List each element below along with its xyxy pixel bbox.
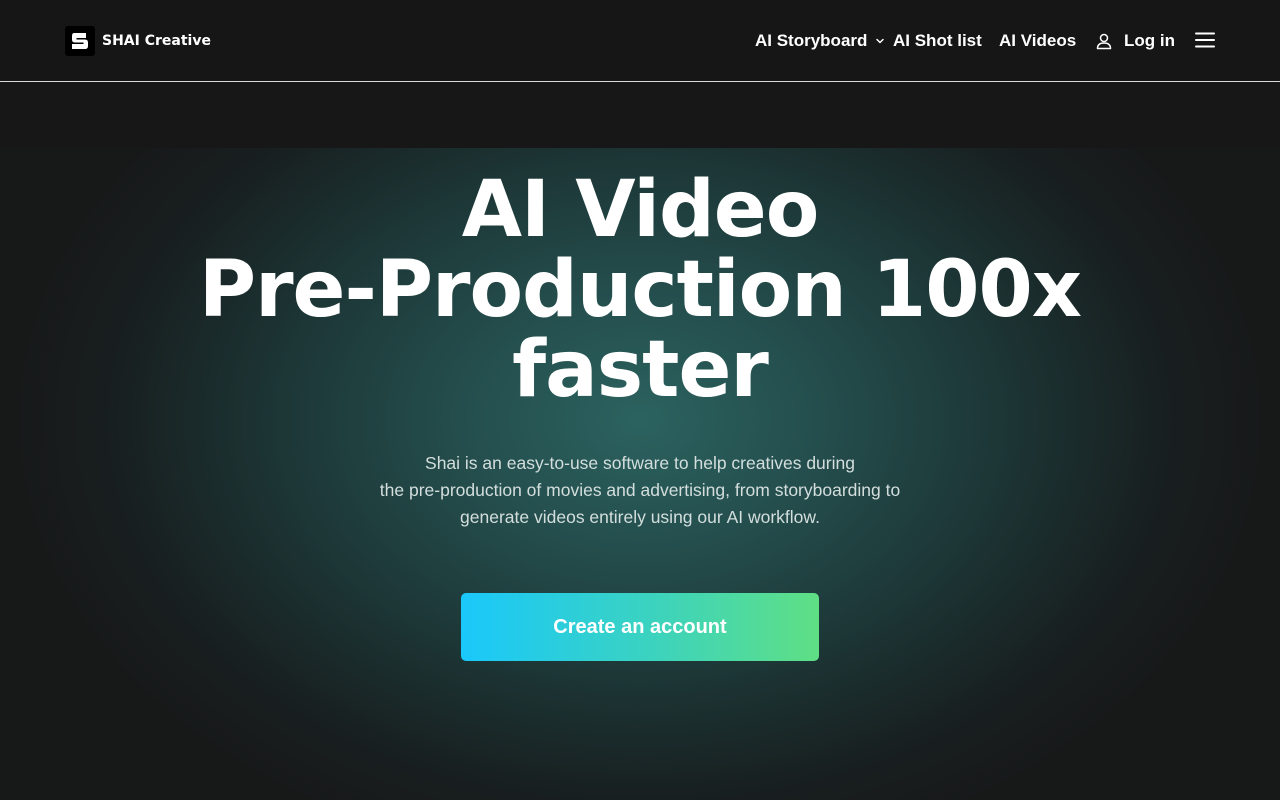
hero-title: AI Video Pre-Production 100x faster (140, 170, 1140, 410)
hero-description-line: generate videos entirely using our AI wo… (460, 507, 820, 527)
hero-description-line: Shai is an easy-to-use software to help … (425, 453, 855, 473)
brand-logo-link[interactable]: SHAI Creative (65, 26, 211, 56)
nav-ai-shot-list[interactable]: AI Shot list (893, 29, 982, 53)
shai-logo-icon (65, 26, 95, 56)
hero-title-line: Pre-Production 100x (198, 245, 1082, 335)
nav-ai-storyboard-label: AI Storyboard (755, 31, 868, 50)
hero-description-line: the pre-production of movies and adverti… (379, 480, 901, 500)
login-link[interactable]: Log in (1095, 29, 1175, 53)
user-icon (1095, 32, 1113, 50)
chevron-down-icon (875, 36, 885, 46)
nav-ai-storyboard-dropdown[interactable]: AI Storyboard (755, 29, 885, 53)
brand-name: SHAI Creative (102, 33, 211, 49)
site-header: SHAI Creative AI Storyboard AI Shot list… (0, 0, 1280, 82)
page: SHAI Creative AI Storyboard AI Shot list… (0, 0, 1280, 800)
nav-ai-videos[interactable]: AI Videos (999, 29, 1076, 53)
hamburger-menu-icon[interactable] (1194, 30, 1216, 50)
hero-title-line: AI Video (461, 165, 820, 255)
hero-description: Shai is an easy-to-use software to help … (290, 450, 990, 531)
create-account-button[interactable]: Create an account (461, 593, 819, 661)
hero-title-line: faster (512, 325, 769, 415)
login-label: Log in (1124, 31, 1175, 50)
